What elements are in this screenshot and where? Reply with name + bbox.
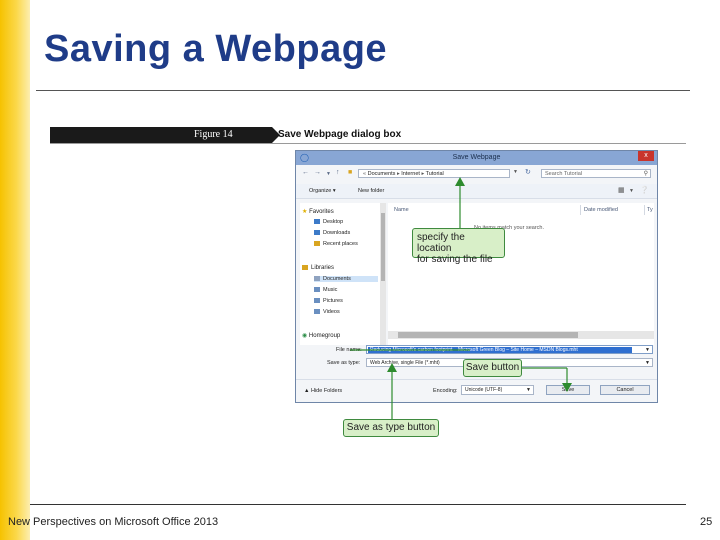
- music-icon: [314, 287, 320, 293]
- nav-item-music[interactable]: Music: [314, 287, 337, 293]
- help-icon[interactable]: ❔: [640, 186, 649, 194]
- search-placeholder: Search Tutorial: [545, 171, 582, 177]
- recent-places-icon: [314, 241, 320, 247]
- close-button[interactable]: x: [638, 151, 654, 161]
- callout-save-button: Save button: [463, 359, 522, 377]
- figure-caption: Save Webpage dialog box: [278, 129, 402, 140]
- file-name-label: File name:: [336, 347, 362, 353]
- new-folder-button[interactable]: New folder: [358, 188, 384, 194]
- footer-divider: [30, 504, 686, 505]
- horizontal-scrollbar[interactable]: [388, 331, 654, 339]
- figure-header: Figure 14 Save Webpage dialog box: [50, 127, 686, 144]
- nav-item-label: Pictures: [323, 298, 343, 304]
- column-type[interactable]: Ty: [647, 207, 653, 213]
- page-number: 25: [700, 516, 713, 528]
- column-divider: [580, 205, 581, 215]
- breadcrumb-tutorial[interactable]: Tutorial: [426, 171, 444, 177]
- slide-title: Saving a Webpage: [44, 28, 388, 70]
- dialog-toolbar: Organize ▾ New folder ▦ ▼ ❔: [296, 184, 657, 199]
- save-as-type-label: Save as type:: [327, 360, 361, 366]
- desktop-icon: [314, 219, 320, 225]
- save-button[interactable]: Save: [546, 385, 590, 395]
- footer-text: New Perspectives on Microsoft Office 201…: [8, 516, 219, 528]
- folder-icon: ■: [348, 169, 353, 176]
- nav-item-label: Recent places: [323, 241, 358, 247]
- hide-folders-label: Hide Folders: [310, 388, 343, 394]
- refresh-icon[interactable]: ↻: [525, 168, 531, 176]
- file-list: Name Date modified Ty No items match you…: [388, 203, 654, 345]
- search-input[interactable]: Search Tutorial ⚲: [541, 169, 651, 178]
- nav-item-label: Documents: [323, 276, 351, 282]
- dialog-titlebar: ◯ Save Webpage x: [296, 151, 657, 165]
- libraries-icon: [302, 265, 308, 270]
- horizontal-scroll-thumb[interactable]: [398, 332, 578, 338]
- nav-item-label: Videos: [323, 309, 340, 315]
- navigation-pane: ★ Favorites Desktop Downloads Recent pla…: [300, 203, 380, 345]
- figure-label: Figure 14: [194, 129, 233, 140]
- address-dropdown-icon[interactable]: ▼: [513, 169, 518, 175]
- nav-homegroup-label: Homegroup: [308, 333, 341, 339]
- search-icon: ⚲: [643, 171, 648, 177]
- view-dropdown-icon[interactable]: ▼: [629, 188, 634, 194]
- callout-location-line1: specify the location: [417, 232, 465, 254]
- organize-menu[interactable]: Organize ▾: [309, 188, 336, 194]
- view-options-icon[interactable]: ▦: [618, 186, 625, 194]
- nav-item-label: Downloads: [323, 230, 351, 236]
- nav-item-pictures[interactable]: Pictures: [314, 298, 343, 304]
- cancel-button[interactable]: Cancel: [600, 385, 650, 395]
- file-name-field[interactable]: Reducing Microsoft's carbon footprint – …: [366, 345, 653, 354]
- documents-icon: [314, 276, 320, 282]
- save-as-type-value: Web Archive, single File (*.mht): [370, 360, 440, 366]
- forward-arrow-icon[interactable]: →: [314, 169, 321, 176]
- encoding-label: Encoding:: [433, 388, 458, 394]
- file-name-value[interactable]: Reducing Microsoft's carbon footprint – …: [368, 347, 632, 353]
- encoding-select[interactable]: Unicode (UTF-8) ▼: [461, 385, 534, 395]
- dialog-title: Save Webpage: [452, 154, 501, 161]
- callout-location: specify the location for saving the file: [412, 228, 505, 265]
- column-name[interactable]: Name: [394, 207, 409, 213]
- breadcrumb-internet[interactable]: Internet: [401, 171, 420, 177]
- encoding-dropdown-icon[interactable]: ▼: [526, 386, 531, 395]
- nav-favorites-label: Favorites: [309, 209, 334, 215]
- nav-item-downloads[interactable]: Downloads: [314, 230, 350, 236]
- videos-icon: [314, 309, 320, 315]
- hide-folders-button[interactable]: ▲ Hide Folders: [304, 388, 342, 394]
- nav-libraries[interactable]: Libraries: [302, 265, 334, 271]
- file-name-dropdown-icon[interactable]: ▼: [645, 347, 650, 353]
- up-arrow-icon[interactable]: ↑: [336, 169, 340, 176]
- title-divider: [36, 90, 690, 91]
- nav-item-videos[interactable]: Videos: [314, 309, 340, 315]
- breadcrumb-documents[interactable]: Documents: [368, 171, 396, 177]
- nav-scroll-thumb[interactable]: [381, 213, 385, 281]
- nav-scrollbar[interactable]: [380, 203, 386, 345]
- figure-label-band: Figure 14: [50, 127, 272, 143]
- address-bar[interactable]: « Documents ▸ Internet ▸ Tutorial: [358, 169, 510, 178]
- save-as-type-dropdown-icon[interactable]: ▼: [645, 359, 650, 367]
- recent-dropdown-icon[interactable]: ▼: [326, 171, 331, 177]
- organize-label: Organize: [309, 188, 332, 194]
- nav-homegroup[interactable]: ◉ Homegroup: [302, 332, 340, 339]
- nav-favorites[interactable]: ★ Favorites: [302, 208, 334, 215]
- dialog-footer: ▲ Hide Folders Encoding: Unicode (UTF-8)…: [296, 379, 657, 400]
- column-date-modified[interactable]: Date modified: [584, 207, 618, 213]
- callout-save-as-type-button: Save as type button: [343, 419, 439, 437]
- accent-bar: [0, 0, 30, 540]
- downloads-icon: [314, 230, 320, 236]
- nav-item-recent-places[interactable]: Recent places: [314, 241, 358, 247]
- homegroup-icon: ◉: [302, 333, 308, 339]
- pictures-icon: [314, 298, 320, 304]
- column-divider: [644, 205, 645, 215]
- nav-item-label: Desktop: [323, 219, 344, 225]
- nav-item-documents[interactable]: Documents: [314, 276, 378, 282]
- nav-item-desktop[interactable]: Desktop: [314, 219, 343, 225]
- back-arrow-icon[interactable]: ←: [302, 169, 309, 176]
- nav-item-label: Music: [323, 287, 338, 293]
- collapse-icon: ▲: [304, 388, 310, 394]
- encoding-value: Unicode (UTF-8): [465, 387, 503, 393]
- nav-libraries-label: Libraries: [311, 265, 335, 272]
- address-row: ← → ▼ ↑ ■ « Documents ▸ Internet ▸ Tutor…: [296, 167, 657, 181]
- callout-location-line2: for saving the file: [417, 254, 493, 265]
